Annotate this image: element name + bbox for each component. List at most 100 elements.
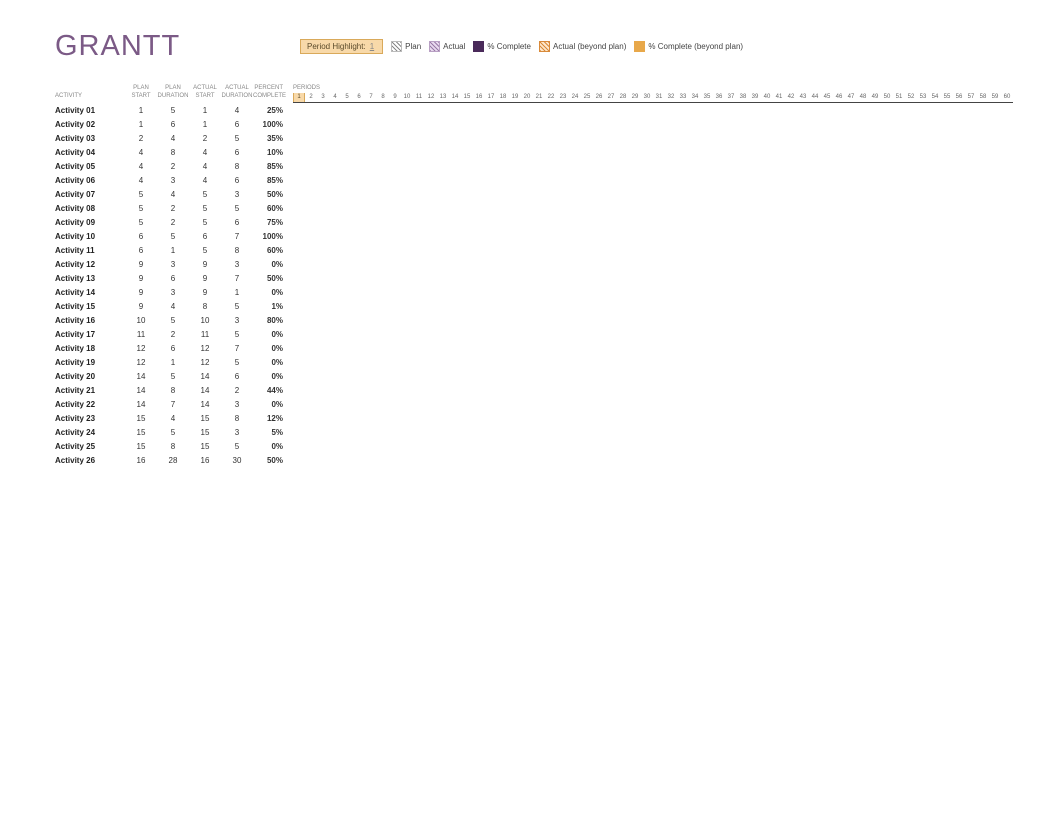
table-row: Activity 201451460% <box>55 369 287 383</box>
cell-percent-complete: 60% <box>253 246 287 255</box>
cell-activity: Activity 12 <box>55 260 125 269</box>
cell-actual-duration: 3 <box>221 316 253 325</box>
cell-activity: Activity 24 <box>55 428 125 437</box>
legend-item-actual: Actual <box>429 41 465 52</box>
cell-actual-duration: 4 <box>221 106 253 115</box>
period-number: 48 <box>857 93 869 102</box>
table-row: Activity 106567100% <box>55 229 287 243</box>
cell-percent-complete: 0% <box>253 330 287 339</box>
cell-actual-duration: 5 <box>221 302 253 311</box>
period-number: 14 <box>449 93 461 102</box>
cell-percent-complete: 0% <box>253 260 287 269</box>
cell-plan-duration: 8 <box>157 442 189 451</box>
cell-plan-start: 11 <box>125 330 157 339</box>
table-row: Activity 01151425% <box>55 103 287 117</box>
cell-actual-duration: 5 <box>221 134 253 143</box>
period-highlight-label: Period Highlight: <box>307 42 366 51</box>
cell-percent-complete: 85% <box>253 162 287 171</box>
cell-plan-start: 6 <box>125 246 157 255</box>
cell-actual-duration: 8 <box>221 162 253 171</box>
cell-activity: Activity 19 <box>55 358 125 367</box>
table-row: Activity 13969750% <box>55 271 287 285</box>
cell-plan-duration: 7 <box>157 400 189 409</box>
table-row: Activity 2315415812% <box>55 411 287 425</box>
period-number: 24 <box>569 93 581 102</box>
header-periods: PERIODS <box>293 85 1013 91</box>
period-number: 18 <box>497 93 509 102</box>
cell-actual-start: 11 <box>189 330 221 339</box>
cell-actual-start: 14 <box>189 372 221 381</box>
cell-plan-start: 5 <box>125 204 157 213</box>
cell-plan-start: 10 <box>125 316 157 325</box>
period-number: 11 <box>413 93 425 102</box>
cell-actual-duration: 5 <box>221 442 253 451</box>
cell-actual-duration: 3 <box>221 190 253 199</box>
period-number: 28 <box>617 93 629 102</box>
period-highlight-box[interactable]: Period Highlight: 1 <box>300 39 383 54</box>
period-number: 33 <box>677 93 689 102</box>
cell-plan-duration: 8 <box>157 386 189 395</box>
period-number: 27 <box>605 93 617 102</box>
cell-activity: Activity 07 <box>55 190 125 199</box>
header-plan-start: PLANSTART <box>125 84 157 100</box>
header-plan-duration: PLANDURATION <box>157 84 189 100</box>
cell-plan-duration: 4 <box>157 414 189 423</box>
period-number: 32 <box>665 93 677 102</box>
cell-percent-complete: 60% <box>253 204 287 213</box>
period-number: 37 <box>725 93 737 102</box>
legend-pct-complete-label: % Complete <box>487 42 531 51</box>
cell-activity: Activity 18 <box>55 344 125 353</box>
table-row: Activity 191211250% <box>55 355 287 369</box>
legend-pct-beyond-label: % Complete (beyond plan) <box>648 42 743 51</box>
table-row: Activity 09525675% <box>55 215 287 229</box>
period-number: 50 <box>881 93 893 102</box>
table-row: Activity 05424885% <box>55 159 287 173</box>
period-number: 41 <box>773 93 785 102</box>
cell-percent-complete: 35% <box>253 134 287 143</box>
cell-actual-duration: 7 <box>221 274 253 283</box>
cell-actual-start: 4 <box>189 148 221 157</box>
cell-percent-complete: 100% <box>253 232 287 241</box>
cell-percent-complete: 10% <box>253 148 287 157</box>
actual-beyond-swatch-icon <box>539 41 550 52</box>
table-header-row: ACTIVITY PLANSTART PLANDURATION ACTUALST… <box>55 81 287 103</box>
cell-actual-start: 14 <box>189 386 221 395</box>
cell-plan-start: 9 <box>125 260 157 269</box>
cell-plan-duration: 2 <box>157 162 189 171</box>
period-number: 52 <box>905 93 917 102</box>
table-row: Activity 021616100% <box>55 117 287 131</box>
cell-actual-start: 12 <box>189 358 221 367</box>
legend-item-pct-beyond: % Complete (beyond plan) <box>634 41 743 52</box>
cell-plan-start: 1 <box>125 120 157 129</box>
cell-actual-duration: 5 <box>221 358 253 367</box>
cell-actual-start: 10 <box>189 316 221 325</box>
period-number: 2 <box>305 93 317 102</box>
period-number: 13 <box>437 93 449 102</box>
period-highlight-value: 1 <box>370 42 374 51</box>
period-number: 46 <box>833 93 845 102</box>
table-row: Activity 11615860% <box>55 243 287 257</box>
cell-percent-complete: 12% <box>253 414 287 423</box>
cell-percent-complete: 44% <box>253 386 287 395</box>
cell-activity: Activity 02 <box>55 120 125 129</box>
cell-activity: Activity 20 <box>55 372 125 381</box>
cell-activity: Activity 13 <box>55 274 125 283</box>
period-number: 36 <box>713 93 725 102</box>
period-number: 9 <box>389 93 401 102</box>
cell-activity: Activity 25 <box>55 442 125 451</box>
cell-plan-duration: 5 <box>157 372 189 381</box>
cell-actual-duration: 7 <box>221 344 253 353</box>
cell-plan-duration: 6 <box>157 120 189 129</box>
cell-actual-start: 16 <box>189 456 221 465</box>
cell-percent-complete: 85% <box>253 176 287 185</box>
cell-plan-start: 15 <box>125 414 157 423</box>
cell-activity: Activity 17 <box>55 330 125 339</box>
cell-actual-duration: 6 <box>221 372 253 381</box>
page-title: GRANTT <box>55 30 300 63</box>
cell-percent-complete: 100% <box>253 120 287 129</box>
cell-plan-start: 4 <box>125 176 157 185</box>
plan-swatch-icon <box>391 41 402 52</box>
period-number: 51 <box>893 93 905 102</box>
header-actual-start: ACTUALSTART <box>189 84 221 100</box>
cell-percent-complete: 0% <box>253 358 287 367</box>
